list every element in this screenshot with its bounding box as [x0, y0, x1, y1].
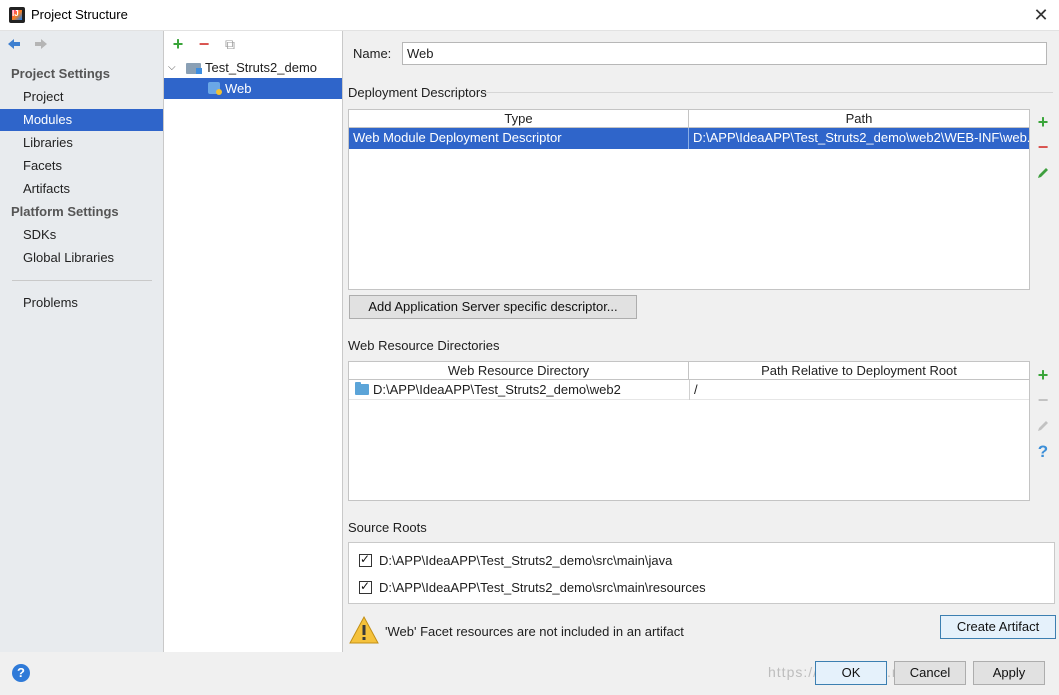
project-settings-heading: Project Settings — [11, 66, 110, 81]
cell-web-resource-dir: D:\APP\IdeaAPP\Test_Struts2_demo\web2 — [373, 382, 621, 397]
tree-node-module[interactable]: ⌵ Test_Struts2_demo — [164, 58, 342, 78]
source-root-checkbox[interactable] — [359, 579, 372, 594]
remove-web-resource-icon[interactable]: − — [1034, 391, 1052, 409]
source-root-label: D:\APP\IdeaAPP\Test_Struts2_demo\src\mai… — [379, 553, 673, 568]
sidebar-item-project[interactable]: Project — [0, 86, 163, 108]
column-header-relative-path[interactable]: Path Relative to Deployment Root — [689, 362, 1029, 380]
remove-descriptor-icon[interactable]: − — [1034, 138, 1052, 156]
tree-node-web-facet[interactable]: Web — [164, 78, 342, 99]
web-facet-badge-icon — [216, 89, 222, 95]
warning-icon — [349, 615, 379, 644]
name-label: Name: — [353, 46, 392, 61]
window-title: Project Structure — [31, 7, 128, 22]
add-descriptor-icon[interactable]: + — [1034, 113, 1052, 131]
web-resource-directories-table: Web Resource Directory Path Relative to … — [348, 361, 1030, 501]
help-web-resource-icon[interactable]: ? — [1034, 443, 1052, 461]
close-window-button[interactable]: ✕ — [1030, 4, 1052, 26]
copy-icon[interactable]: ⧉ — [222, 36, 238, 52]
title-bar: Project Structure ✕ — [0, 0, 1059, 31]
deployment-descriptors-title: Deployment Descriptors — [348, 85, 487, 100]
sidebar-item-facets[interactable]: Facets — [0, 155, 163, 177]
add-icon[interactable]: + — [170, 35, 186, 53]
group-divider — [483, 92, 1053, 93]
apply-button[interactable]: Apply — [973, 661, 1045, 685]
cancel-button[interactable]: Cancel — [894, 661, 966, 685]
platform-settings-heading: Platform Settings — [11, 204, 119, 219]
column-header-web-resource-directory[interactable]: Web Resource Directory — [349, 362, 689, 380]
edit-descriptor-icon[interactable] — [1036, 166, 1050, 180]
sidebar-item-sdks[interactable]: SDKs — [0, 224, 163, 246]
table-row[interactable]: Web Module Deployment Descriptor D:\APP\… — [349, 128, 1029, 149]
add-server-descriptor-button[interactable]: Add Application Server specific descript… — [349, 295, 637, 319]
module-name: Test_Struts2_demo — [205, 60, 318, 75]
sidebar-item-global-libraries[interactable]: Global Libraries — [0, 247, 163, 269]
sidebar-divider — [12, 280, 152, 281]
forward-arrow-icon[interactable] — [33, 36, 49, 52]
create-artifact-button[interactable]: Create Artifact — [940, 615, 1056, 639]
sidebar-item-problems[interactable]: Problems — [0, 292, 163, 314]
chevron-down-icon[interactable]: ⌵ — [168, 58, 176, 78]
back-arrow-icon[interactable] — [6, 36, 22, 52]
cell-relative-path: / — [694, 382, 698, 397]
source-roots-title: Source Roots — [348, 520, 427, 535]
sidebar-item-libraries[interactable]: Libraries — [0, 132, 163, 154]
help-icon[interactable]: ? — [12, 664, 30, 682]
cell-path: D:\APP\IdeaAPP\Test_Struts2_demo\web2\WE… — [693, 130, 1029, 145]
sidebar-item-artifacts[interactable]: Artifacts — [0, 178, 163, 200]
edit-web-resource-icon[interactable] — [1036, 419, 1050, 433]
sidebar-item-modules[interactable]: Modules — [0, 109, 163, 131]
deployment-descriptors-table: Type Path Web Module Deployment Descript… — [348, 109, 1030, 290]
column-header-path[interactable]: Path — [689, 110, 1029, 128]
add-web-resource-icon[interactable]: + — [1034, 366, 1052, 384]
source-root-checkbox[interactable] — [359, 552, 372, 567]
web-resource-directories-title: Web Resource Directories — [348, 338, 500, 353]
facet-settings-panel: Name: Web Deployment Descriptors Type Pa… — [343, 31, 1059, 652]
facet-name: Web — [225, 81, 252, 96]
artifact-warning-text: 'Web' Facet resources are not included i… — [385, 624, 684, 639]
intellij-app-icon — [9, 7, 25, 23]
column-header-type[interactable]: Type — [349, 110, 689, 128]
module-badge-icon — [196, 68, 202, 74]
source-root-label: D:\APP\IdeaAPP\Test_Struts2_demo\src\mai… — [379, 580, 706, 595]
settings-sidebar: Project Settings Project Modules Librari… — [0, 31, 164, 652]
source-roots-list: D:\APP\IdeaAPP\Test_Struts2_demo\src\mai… — [348, 542, 1055, 604]
name-input[interactable]: Web — [402, 42, 1047, 65]
table-row[interactable]: D:\APP\IdeaAPP\Test_Struts2_demo\web2 / — [349, 380, 1029, 400]
module-tree-panel: + − ⧉ ⌵ Test_Struts2_demo Web — [164, 31, 343, 652]
remove-icon[interactable]: − — [196, 35, 212, 53]
cell-type: Web Module Deployment Descriptor — [349, 128, 689, 149]
web-folder-icon — [355, 382, 369, 395]
ok-button[interactable]: OK — [815, 661, 887, 685]
